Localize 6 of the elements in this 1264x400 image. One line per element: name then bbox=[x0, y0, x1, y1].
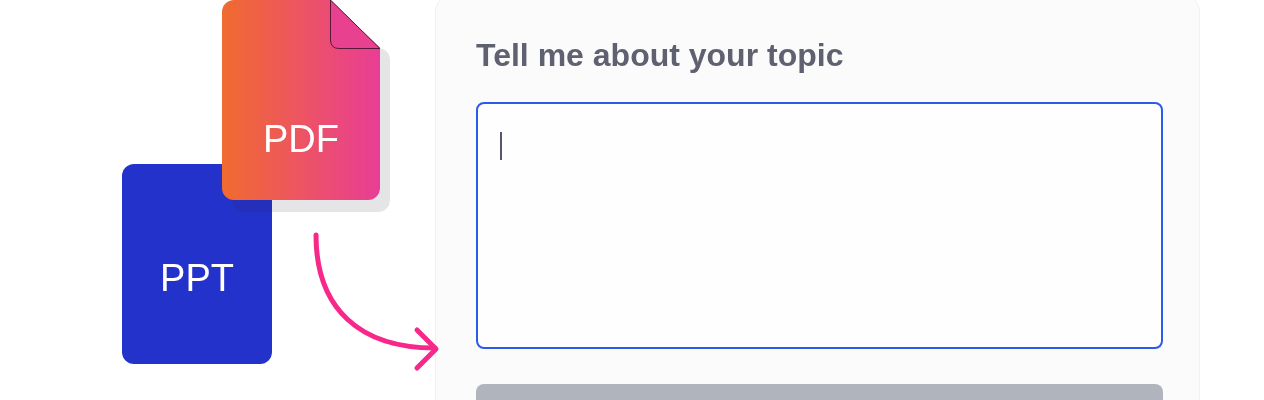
form-heading: Tell me about your topic bbox=[476, 36, 845, 75]
file-label: PDF bbox=[263, 117, 339, 161]
page-fold-icon bbox=[330, 0, 381, 49]
topic-field[interactable] bbox=[476, 102, 1163, 349]
text-cursor bbox=[500, 132, 502, 160]
file-label: PPT bbox=[160, 256, 234, 300]
